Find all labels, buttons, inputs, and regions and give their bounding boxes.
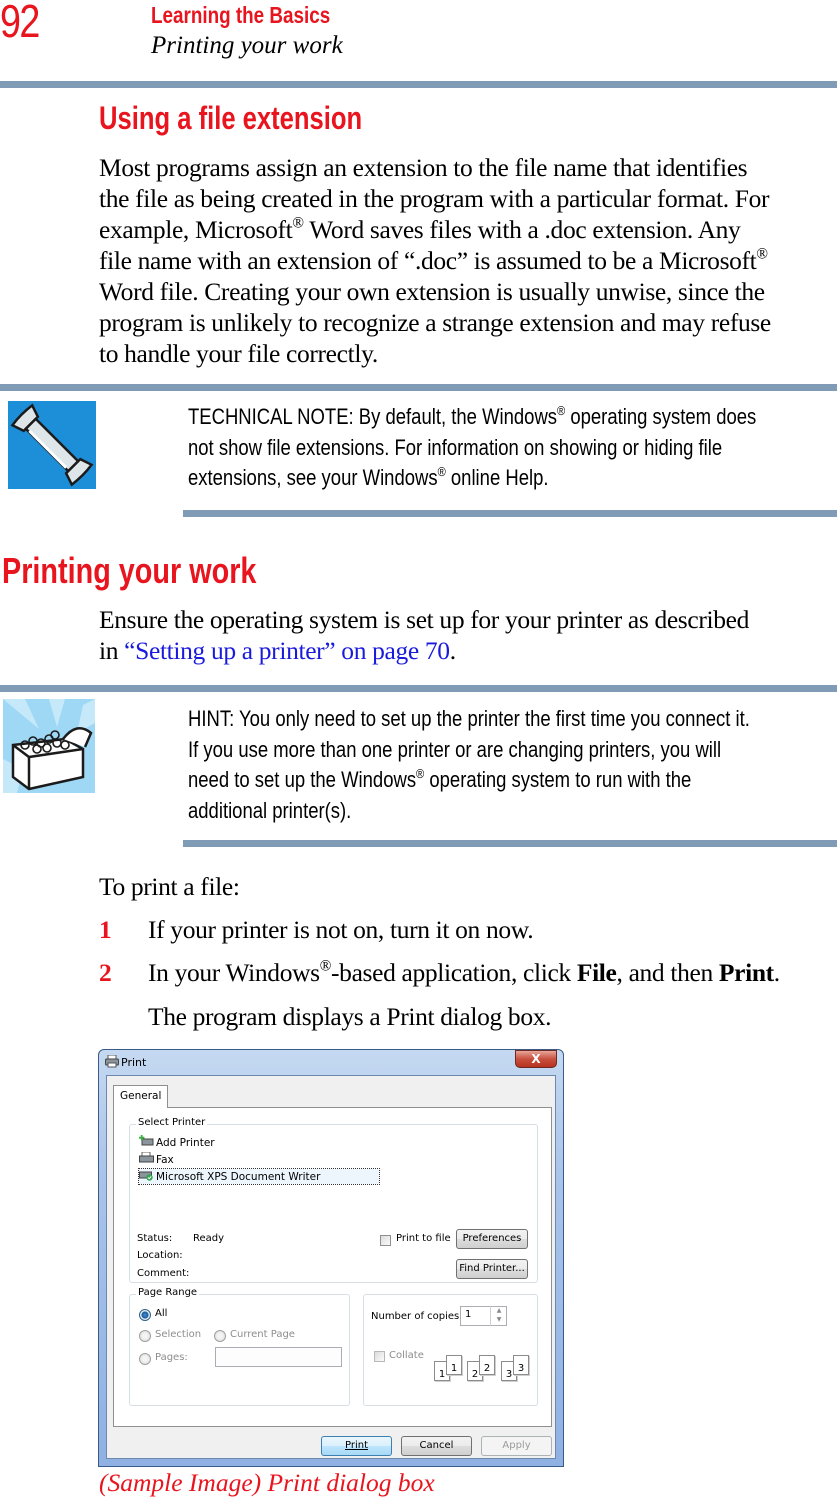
step-text: In your Windows®-based application, clic…	[148, 957, 780, 987]
step-number: 1	[99, 915, 112, 944]
paragraph-line: example, Microsoft® Word saves files wit…	[99, 214, 741, 244]
general-tab-panel: Select Printer Add Printer Fax Microsoft…	[113, 1107, 552, 1427]
status-value: Ready	[193, 1233, 225, 1244]
hint-rule-top	[0, 685, 837, 692]
paragraph-line: Most programs assign an extension to the…	[99, 153, 748, 182]
paragraph-line: to handle your file correctly.	[99, 339, 378, 368]
dialog-title: Print	[121, 1056, 147, 1069]
step-result: The program displays a Print dialog box.	[148, 1002, 552, 1031]
chapter-title: Learning the Basics	[151, 2, 331, 28]
print-to-file-label[interactable]: Print to file	[396, 1233, 451, 1244]
technical-note-text: TECHNICAL NOTE: By default, the Windows®…	[188, 402, 757, 490]
file-extension-paragraph: Most programs assign an extension to the…	[99, 152, 837, 369]
pages-input[interactable]	[215, 1347, 342, 1367]
print-dialog: Print X General Select Printer Add Print…	[98, 1049, 564, 1467]
range-selection-label[interactable]: Selection	[155, 1329, 201, 1340]
location-label: Location:	[137, 1250, 183, 1261]
fax-icon	[139, 1151, 154, 1163]
apply-button[interactable]: Apply	[481, 1436, 552, 1456]
preferences-button[interactable]: Preferences	[456, 1229, 528, 1249]
select-printer-label: Select Printer	[136, 1117, 208, 1128]
range-current-page-radio[interactable]	[214, 1330, 226, 1342]
note-rule-bottom	[183, 510, 837, 517]
printer-item-xps-writer[interactable]: Microsoft XPS Document Writer	[138, 1168, 380, 1185]
close-button[interactable]: X	[515, 1050, 557, 1068]
status-label: Status:	[137, 1233, 173, 1244]
add-printer-icon	[139, 1135, 154, 1146]
printer-item-add-printer[interactable]: Add Printer	[139, 1135, 215, 1150]
step-1: 1 If your printer is not on, turn it on …	[99, 914, 534, 945]
paragraph-line: program is unlikely to recognize a stran…	[99, 308, 771, 337]
running-section-title: Printing your work	[151, 32, 343, 59]
collate-page-icon: 3	[513, 1355, 529, 1375]
comment-label: Comment:	[137, 1268, 190, 1279]
print-button[interactable]: Print	[321, 1436, 392, 1456]
page-range-label: Page Range	[136, 1287, 200, 1298]
range-pages-label[interactable]: Pages:	[155, 1352, 188, 1363]
default-printer-icon	[139, 1169, 154, 1181]
printer-item-fax[interactable]: Fax	[139, 1151, 174, 1167]
range-current-page-label[interactable]: Current Page	[230, 1329, 295, 1340]
tab-general[interactable]: General	[113, 1085, 169, 1108]
paragraph-line: Word file. Creating your own extension i…	[99, 277, 765, 306]
step-text: If your printer is not on, turn it on no…	[148, 915, 534, 944]
collate-checkbox[interactable]	[374, 1351, 385, 1362]
collate-label[interactable]: Collate	[389, 1350, 424, 1361]
range-selection-radio[interactable]	[139, 1330, 151, 1342]
procedure-intro: To print a file:	[99, 872, 240, 901]
section-heading-printing: Printing your work	[2, 550, 257, 591]
hint-text: HINT: You only need to set up the printe…	[188, 706, 750, 823]
range-all-label[interactable]: All	[155, 1308, 167, 1319]
printing-intro: Ensure the operating system is set up fo…	[99, 605, 749, 665]
copies-label: Number of copies:	[371, 1311, 463, 1322]
step-2: 2 In your Windows®-based application, cl…	[99, 957, 837, 988]
range-pages-radio[interactable]	[139, 1353, 151, 1365]
printer-icon	[105, 1054, 119, 1071]
select-printer-group: Select Printer Add Printer Fax Microsoft…	[129, 1117, 538, 1283]
page-number: 92	[0, 0, 40, 47]
header-rule	[0, 81, 837, 88]
collate-page-icon: 1	[446, 1355, 462, 1375]
note-rule-top	[0, 384, 837, 391]
paragraph-line: file name with an extension of “.doc” is…	[99, 245, 768, 275]
hint-rule-bottom	[183, 840, 837, 847]
section-heading-file-extension: Using a file extension	[99, 100, 363, 136]
figure-caption: (Sample Image) Print dialog box	[99, 1468, 435, 1497]
dialog-client-area: General Select Printer Add Printer Fax M…	[106, 1075, 556, 1459]
setting-up-printer-link[interactable]: “Setting up a printer” on page 70	[124, 636, 450, 665]
copies-spinner[interactable]: ▲ ▼	[490, 1306, 507, 1326]
copies-group: Number of copies: 1 ▲ ▼ Collate 1 1 2 2 3…	[363, 1294, 538, 1406]
page-range-group: Page Range All Selection Current Page Pa…	[129, 1287, 350, 1406]
wrench-icon	[8, 401, 101, 494]
treasure-chest-icon	[3, 699, 96, 793]
find-printer-button[interactable]: Find Printer...	[456, 1259, 528, 1279]
collate-page-icon: 2	[479, 1355, 495, 1375]
range-all-radio[interactable]	[139, 1309, 151, 1321]
cancel-button[interactable]: Cancel	[401, 1436, 472, 1456]
step-number: 2	[99, 958, 112, 987]
print-to-file-checkbox[interactable]	[380, 1235, 391, 1246]
paragraph-line: the file as being created in the program…	[99, 184, 770, 213]
